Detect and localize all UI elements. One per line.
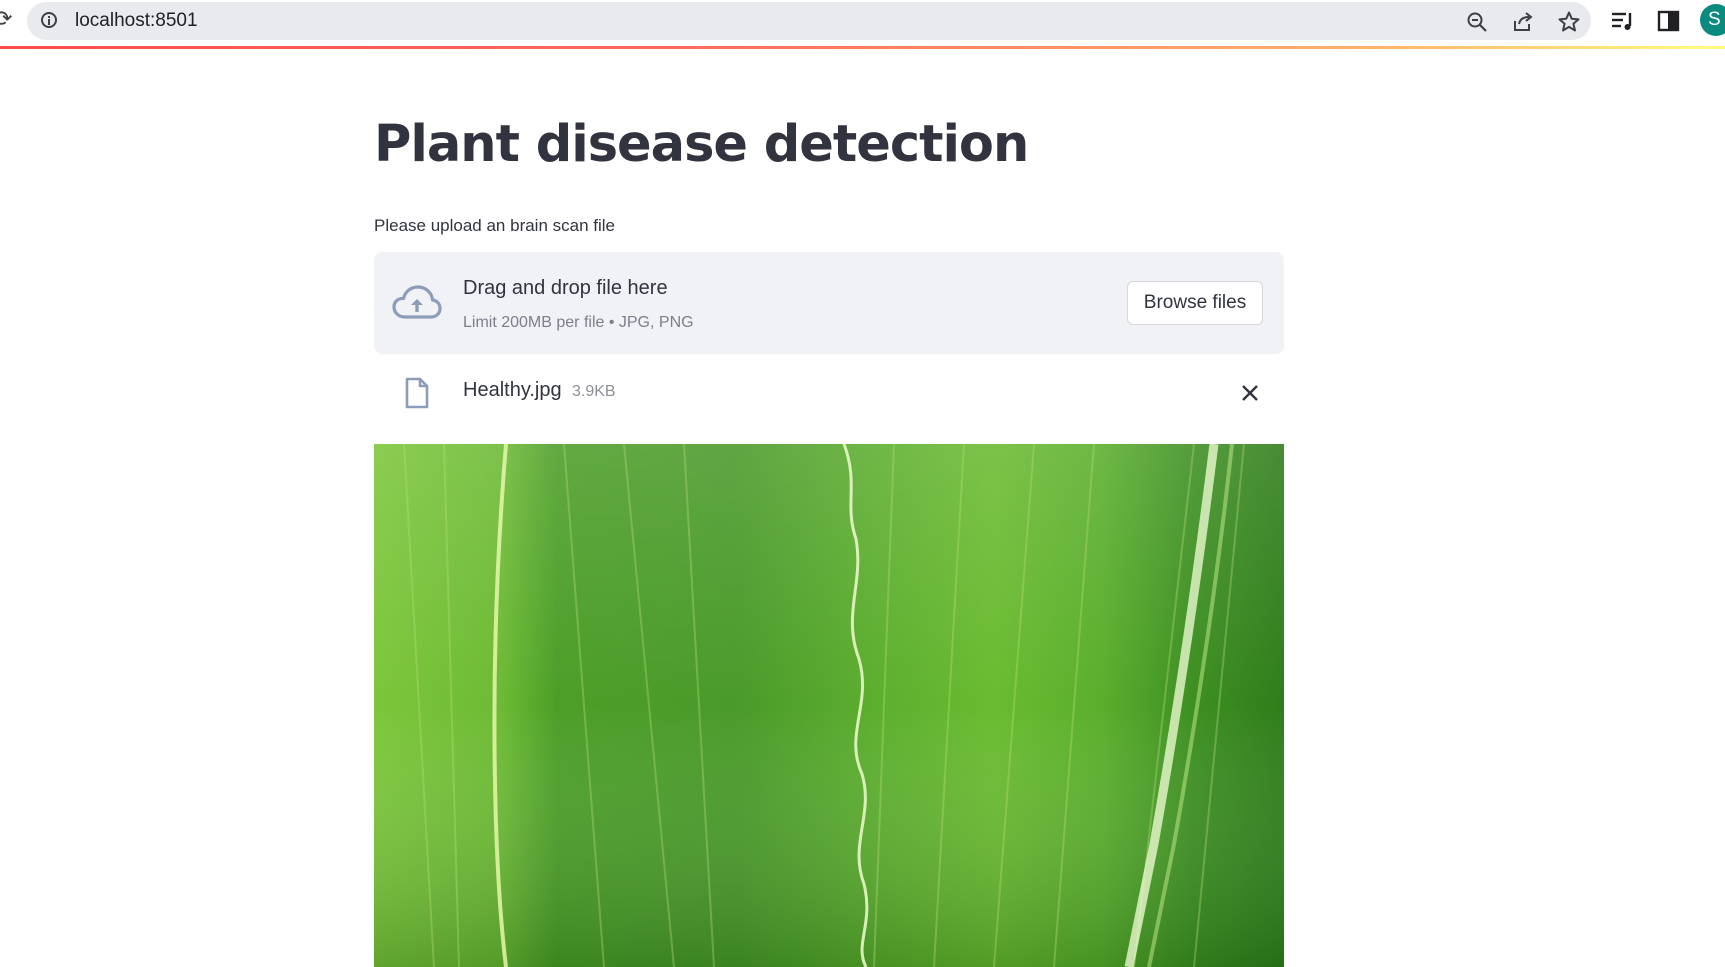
url-text[interactable]: localhost:8501 — [75, 2, 198, 40]
page-title: Plant disease detection — [374, 115, 1029, 174]
reload-icon[interactable]: ⟳ — [0, 9, 12, 31]
side-panel-icon[interactable] — [1656, 8, 1682, 34]
file-dropzone[interactable]: Drag and drop file here Limit 200MB per … — [374, 252, 1284, 354]
cloud-upload-icon — [392, 285, 442, 319]
browse-files-button[interactable]: Browse files — [1127, 281, 1263, 325]
dropzone-limit-text: Limit 200MB per file • JPG, PNG — [463, 314, 694, 331]
uploaded-file-row: Healthy.jpg 3.9KB — [374, 369, 1284, 417]
dropzone-title: Drag and drop file here — [463, 277, 668, 299]
uploaded-file-name: Healthy.jpg — [463, 379, 562, 401]
site-info-icon[interactable] — [41, 12, 57, 28]
profile-avatar[interactable]: S — [1700, 4, 1725, 36]
zoom-out-icon[interactable] — [1465, 10, 1489, 34]
uploaded-leaf-image — [374, 444, 1284, 967]
share-icon[interactable] — [1511, 10, 1535, 34]
close-icon[interactable] — [1240, 383, 1260, 403]
uploaded-file-size: 3.9KB — [572, 383, 616, 400]
reading-list-icon[interactable] — [1609, 8, 1635, 34]
file-icon — [405, 377, 429, 409]
browser-toolbar: ⟳ localhost:8501 S — [0, 0, 1725, 44]
leaf-photo — [374, 444, 1284, 967]
bookmark-star-icon[interactable] — [1557, 10, 1581, 34]
address-bar[interactable]: localhost:8501 — [27, 2, 1591, 40]
top-decoration-bar — [0, 46, 1725, 49]
uploader-label: Please upload an brain scan file — [374, 216, 615, 235]
